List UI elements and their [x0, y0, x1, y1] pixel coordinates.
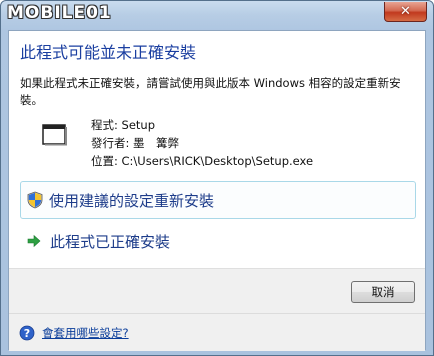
- installed-correctly-label: 此程式已正確安裝: [50, 232, 171, 251]
- program-window-icon: [42, 124, 67, 146]
- close-icon: ✕: [400, 4, 411, 19]
- reinstall-label: 使用建議的設定重新安裝: [49, 191, 215, 210]
- green-arrow-icon: [27, 234, 41, 248]
- reinstall-recommended-button[interactable]: 使用建議的設定重新安裝: [20, 181, 416, 219]
- help-bar: ? 會套用哪些設定?: [9, 313, 425, 351]
- help-settings-link[interactable]: 會套用哪些設定?: [42, 325, 129, 341]
- dialog-heading: 此程式可能並未正確安裝: [20, 43, 197, 62]
- close-button[interactable]: ✕: [384, 2, 427, 22]
- dialog-description: 如果此程式未正確安裝，請嘗試使用與此版本 Windows 相容的設定重新安裝。: [20, 76, 401, 107]
- svg-text:?: ?: [24, 327, 30, 340]
- dialog-content: 此程式可能並未正確安裝 如果此程式未正確安裝，請嘗試使用與此版本 Windows…: [8, 30, 426, 351]
- uac-shield-icon: [27, 191, 43, 209]
- button-bar: 取消: [9, 268, 425, 314]
- program-name: 程式: Setup: [91, 118, 156, 132]
- program-info: 程式: Setup 發行者: 墨 篝弊 位置: C:\Users\RICK\De…: [91, 116, 313, 170]
- dialog-window: MOBILE01 ✕ 此程式可能並未正確安裝 如果此程式未正確安裝，請嘗試使用與…: [0, 0, 434, 356]
- watermark-logo: MOBILE01: [7, 3, 112, 23]
- cancel-button[interactable]: 取消: [351, 281, 415, 303]
- program-installed-correctly-button[interactable]: 此程式已正確安裝: [20, 222, 416, 260]
- program-location: 位置: C:\Users\RICK\Desktop\Setup.exe: [91, 154, 314, 168]
- program-publisher: 發行者: 墨 篝弊: [91, 136, 180, 150]
- help-question-icon: ?: [19, 325, 35, 340]
